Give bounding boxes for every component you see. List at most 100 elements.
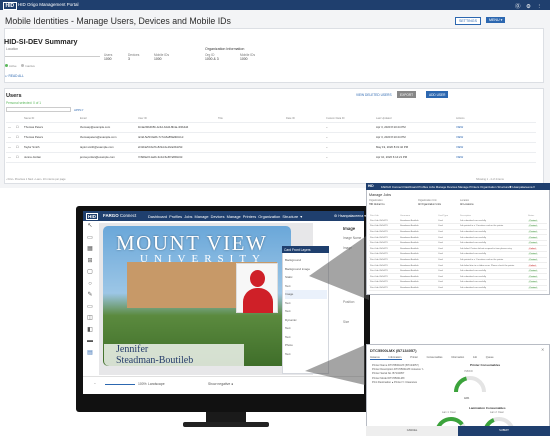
export-button[interactable]: EXPORT: [397, 91, 417, 98]
expand-icon[interactable]: ⋯: [6, 122, 14, 133]
custom-data: –: [324, 152, 374, 163]
printer-prop: Print Destination ● Printer ↻ Clearance: [372, 380, 418, 384]
tab-job-queue[interactable]: Job Queue: [473, 356, 494, 359]
view-link[interactable]: VIEW: [454, 152, 536, 163]
zoom-slider[interactable]: [105, 384, 135, 385]
menu-button[interactable]: MENU ▾: [486, 17, 506, 23]
ellipse-tool-icon[interactable]: ○: [85, 280, 95, 289]
cancel-button[interactable]: CANCEL: [366, 426, 458, 436]
expand-icon[interactable]: ⋯: [6, 132, 14, 143]
card-last-name[interactable]: Steadman-Boutileb: [116, 355, 193, 366]
status-badge: Printed: [528, 219, 538, 222]
printer-consumables-title: Printer Consumables: [470, 363, 501, 367]
users-search-input[interactable]: [6, 107, 71, 112]
layer-tool-icon[interactable]: ◧: [85, 326, 95, 335]
magstripe-tool-icon[interactable]: ▬: [85, 337, 95, 346]
printer-properties: Printer Name DTC5500LMX (B7134057) Print…: [372, 364, 424, 385]
location-select[interactable]: All Locations: [460, 203, 474, 206]
apply-button[interactable]: APPLY: [74, 108, 83, 112]
layer-item[interactable]: Text: [285, 333, 327, 342]
jobs-nav-menu[interactable]: FARGO Connect Dashboard Profiles Jobs Ma…: [381, 185, 511, 189]
user-id: 4c4d-5e5f-6a6b-7c7d-8e8f9a9b0c1d: [136, 132, 216, 143]
user-name: Jenna Jordan: [22, 152, 78, 163]
nav-organization-structure[interactable]: Organization Structure ▾: [258, 214, 302, 219]
grid-tool-icon[interactable]: ⊞: [85, 257, 95, 266]
layer-item[interactable]: Dynamic: [285, 316, 327, 325]
callout-pointer: [309, 234, 369, 300]
filter-label: Organization Unit: [418, 199, 437, 202]
card-first-name[interactable]: Jennifer: [116, 344, 148, 355]
show-negative-toggle[interactable]: Show negative ●: [208, 382, 233, 386]
row-checkbox[interactable]: ☐: [14, 122, 22, 133]
header-icons[interactable]: ⓪ ⚙ ⋮: [515, 2, 544, 10]
avatar-head-icon: [250, 270, 265, 287]
view-deleted-users-link[interactable]: VIEW DELETED USERS: [356, 93, 392, 97]
settings-button[interactable]: SETTINGS: [455, 17, 481, 25]
nav-manage-devices[interactable]: Manage Devices: [195, 214, 225, 219]
nav-manage-printers[interactable]: Manage Printers: [227, 214, 257, 219]
fargo-nav-menu: Dashboard Profiles Jobs Manage Devices M…: [148, 214, 302, 219]
org-info-label: Organization Information: [205, 47, 245, 51]
row-checkbox[interactable]: ☐: [14, 142, 22, 153]
custom-data: –: [324, 142, 374, 153]
text-tool-icon[interactable]: ▭: [85, 234, 95, 243]
job-type: Card: [437, 285, 459, 292]
read-all-link[interactable]: ↩ READ ALL: [5, 74, 24, 78]
field-value: 1000: [154, 57, 162, 61]
expand-icon[interactable]: ⋯: [6, 142, 14, 153]
user-name: Thomas Peters: [22, 132, 78, 143]
orientation-select[interactable]: Landscape: [148, 382, 165, 386]
close-icon[interactable]: ✕: [541, 347, 544, 352]
row-checkbox[interactable]: ☐: [14, 152, 22, 163]
pagination[interactable]: ‹ First ‹ Previous 1 Next › Last › 10 ▾ …: [6, 178, 66, 181]
org-unit-select[interactable]: All Organization Units: [418, 203, 441, 206]
table-row[interactable]: ⋯ ☐ Thomas Peters thomasp@example.com 1b4…: [6, 122, 536, 133]
job-user: Steadman-Boutileb: [399, 285, 437, 292]
image-tool-icon[interactable]: ▦: [85, 245, 95, 254]
view-link[interactable]: VIEW: [454, 122, 536, 133]
callout-pointer: [305, 345, 365, 385]
add-user-button[interactable]: ADD USER: [426, 91, 449, 98]
app-name: Connect: [119, 213, 137, 218]
lamination-consumables-title: Lamination Consumables: [469, 406, 506, 410]
table-row[interactable]: ⋯ ☐ Thomas Peters thomaspeters@example.co…: [6, 132, 536, 143]
jobs-table: Print Job Username Card Type Description…: [369, 213, 547, 292]
user-menu[interactable]: ⚙ Hsanpalaceena ▾: [509, 185, 535, 189]
nav-profiles[interactable]: Profiles: [169, 214, 182, 219]
layer-item[interactable]: Text: [285, 324, 327, 333]
select-tool-icon[interactable]: ↖: [85, 222, 95, 231]
barcode-tool-icon[interactable]: ▭: [85, 303, 95, 312]
pen-tool-icon[interactable]: ✎: [85, 291, 95, 300]
tab-instance-information[interactable]: Instance Information: [370, 356, 402, 360]
rectangle-tool-icon[interactable]: ▢: [85, 268, 95, 277]
status-badge: Printed: [528, 236, 538, 239]
photo-tool-icon[interactable]: ◫: [85, 314, 95, 323]
prop-label: Size: [343, 320, 350, 324]
table-row[interactable]: Print Job 05/04/21 Steadman-Boutileb Card J…: [369, 285, 547, 292]
organization-select[interactable]: HID Global Co.: [369, 203, 385, 206]
user-title: [216, 122, 284, 133]
zoom-out-icon[interactable]: −: [94, 382, 96, 386]
layer-item[interactable]: Text: [285, 307, 327, 316]
nav-jobs[interactable]: Jobs: [184, 214, 192, 219]
users-table: Name ID Email User ID Title Date ID Cust…: [6, 116, 536, 163]
expand-icon[interactable]: ⋯: [6, 152, 14, 163]
row-checkbox[interactable]: ☐: [14, 132, 22, 143]
prop-label: Position: [343, 300, 355, 304]
save-icon[interactable]: ▤: [85, 349, 95, 358]
users-title: Users: [6, 93, 22, 99]
last-updated: Apr 10, 2020 6:14:21 PM: [374, 152, 454, 163]
nav-dashboard[interactable]: Dashboard: [148, 214, 167, 219]
active-label: Active: [9, 64, 17, 68]
tab-consumables[interactable]: Printer Consumables Information: [410, 356, 464, 359]
gauge-value: 42%: [464, 397, 470, 400]
table-row[interactable]: ⋯ ☐ Taylor Smith taylor.smith@example.com…: [6, 142, 536, 153]
user-menu[interactable]: ⚙ Hsanpalaceena ▾: [334, 214, 366, 218]
submit-button[interactable]: SUBMIT: [458, 426, 550, 436]
table-row[interactable]: ⋯ ☐ Jenna Jordan jenna.jordan@example.com…: [6, 152, 536, 163]
location-field[interactable]: [5, 52, 100, 57]
status-badge: Printed: [528, 258, 538, 261]
view-link[interactable]: VIEW: [454, 142, 536, 153]
active-dot: [5, 64, 8, 67]
view-link[interactable]: VIEW: [454, 132, 536, 143]
